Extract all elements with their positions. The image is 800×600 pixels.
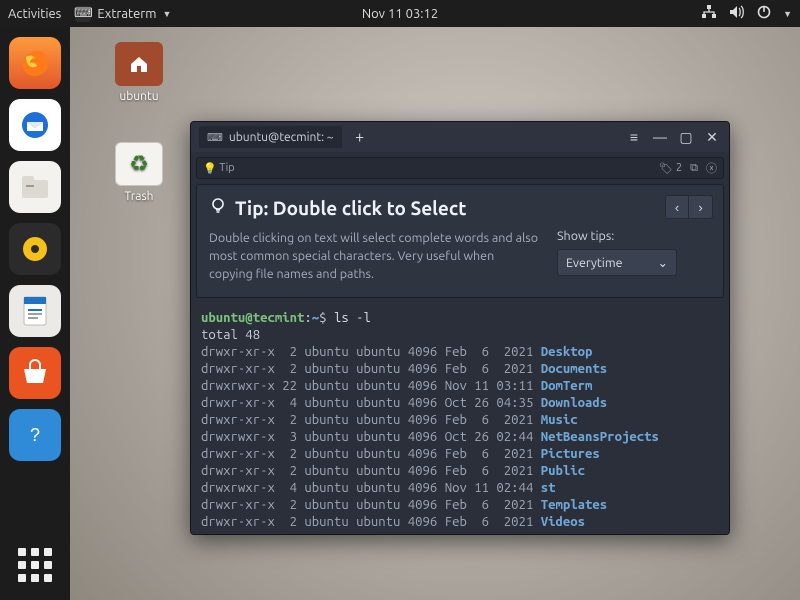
tag-icon: 🏷 bbox=[659, 162, 673, 175]
close-button[interactable]: ✕ bbox=[703, 129, 721, 146]
lightbulb-icon bbox=[209, 197, 227, 219]
volume-icon[interactable] bbox=[729, 5, 745, 22]
app-menu[interactable]: ⌨ Extraterm ▼ bbox=[75, 6, 171, 22]
gnome-top-panel: Activities ⌨ Extraterm ▼ Nov 11 03:12 ▼ bbox=[0, 0, 800, 27]
tip-prev-button[interactable]: ‹ bbox=[665, 195, 689, 219]
dock-software[interactable] bbox=[9, 347, 61, 399]
extraterm-icon: ⌨ bbox=[75, 6, 91, 22]
tip-tag-count: 🏷 2 bbox=[659, 162, 682, 175]
home-folder-icon[interactable]: ubuntu bbox=[104, 42, 174, 103]
maximize-button[interactable]: ▢ bbox=[677, 129, 695, 146]
dock-rhythmbox[interactable] bbox=[9, 223, 61, 275]
terminal-output[interactable]: ubuntu@tecmint:~$ ls -l total 48 drwxr-x… bbox=[191, 306, 729, 534]
tip-panel: ‹ › Tip: Double click to Select Double c… bbox=[196, 184, 724, 298]
folder-icon bbox=[115, 42, 163, 86]
terminal-tab[interactable]: ⌨ ubuntu@tecmint: ~ bbox=[199, 126, 342, 148]
minimize-button[interactable]: — bbox=[651, 129, 669, 145]
popout-icon[interactable]: ⧉ bbox=[690, 162, 698, 175]
dock-thunderbird[interactable] bbox=[9, 99, 61, 151]
show-tips-value: Everytime bbox=[566, 256, 623, 270]
tip-pager: ‹ › bbox=[665, 195, 713, 219]
network-icon[interactable] bbox=[701, 5, 717, 22]
extraterm-window: ⌨ ubuntu@tecmint: ~ + ≡ — ▢ ✕ 💡 Tip 🏷 2 … bbox=[190, 121, 730, 535]
trash-label: Trash bbox=[124, 190, 153, 203]
hamburger-menu-button[interactable]: ≡ bbox=[625, 129, 643, 145]
new-tab-button[interactable]: + bbox=[350, 127, 370, 147]
chevron-down-icon: ⌄ bbox=[658, 255, 668, 270]
show-tips-label: Show tips: bbox=[557, 229, 677, 243]
tab-title: ubuntu@tecmint: ~ bbox=[229, 131, 334, 144]
home-folder-label: ubuntu bbox=[119, 90, 158, 103]
tip-next-button[interactable]: › bbox=[689, 195, 713, 219]
app-menu-label: Extraterm bbox=[97, 7, 156, 21]
dock-writer[interactable] bbox=[9, 285, 61, 337]
recycle-icon: ♻ bbox=[115, 142, 163, 186]
trash-icon[interactable]: ♻ Trash bbox=[104, 142, 174, 203]
keyboard-icon: ⌨ bbox=[207, 131, 223, 144]
tip-body-text: Double clicking on text will select comp… bbox=[209, 229, 539, 283]
dock-help[interactable]: ? bbox=[9, 409, 61, 461]
tip-frame-header: 💡 Tip 🏷 2 ⧉ ⓧ bbox=[196, 157, 724, 179]
power-icon[interactable] bbox=[757, 5, 771, 22]
launcher-dock: ? bbox=[0, 27, 70, 600]
clock[interactable]: Nov 11 03:12 bbox=[362, 7, 438, 21]
show-tips-select[interactable]: Everytime ⌄ bbox=[557, 249, 677, 276]
activities-button[interactable]: Activities bbox=[8, 7, 61, 21]
window-titlebar[interactable]: ⌨ ubuntu@tecmint: ~ + ≡ — ▢ ✕ bbox=[191, 122, 729, 152]
svg-text:?: ? bbox=[30, 425, 40, 445]
system-menu-chevron-icon[interactable]: ▼ bbox=[783, 9, 792, 19]
tip-frame-label: Tip bbox=[219, 162, 234, 174]
dock-files[interactable] bbox=[9, 161, 61, 213]
lightbulb-icon: 💡 bbox=[203, 162, 217, 175]
close-frame-icon[interactable]: ⓧ bbox=[706, 160, 717, 176]
dock-firefox[interactable] bbox=[9, 37, 61, 89]
tip-heading: Tip: Double click to Select bbox=[235, 197, 466, 219]
chevron-down-icon: ▼ bbox=[162, 9, 171, 19]
show-applications-button[interactable] bbox=[14, 544, 56, 586]
